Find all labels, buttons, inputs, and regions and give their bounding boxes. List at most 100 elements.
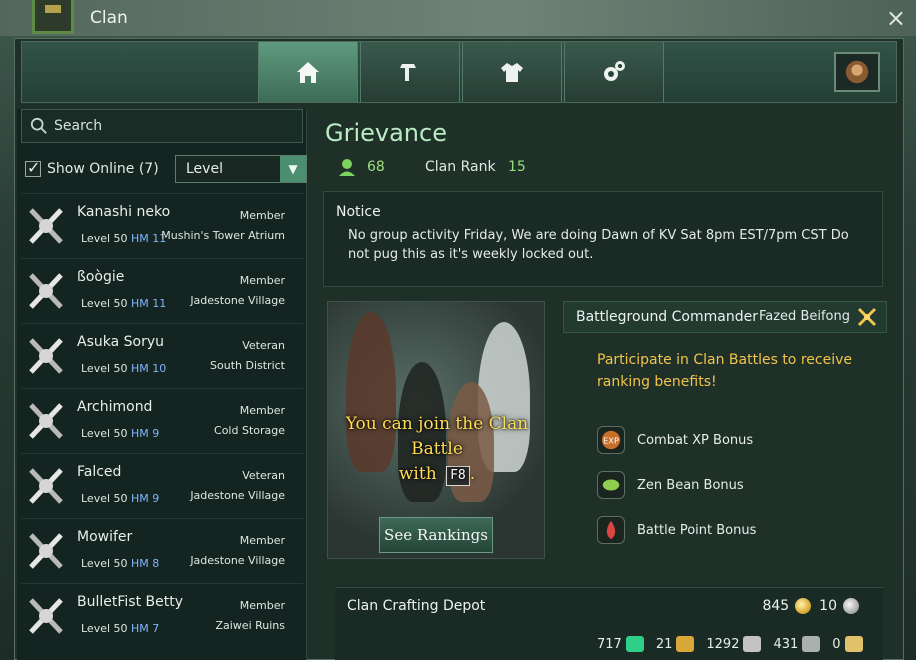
clan-battle-line2: Battle	[411, 439, 463, 459]
crafting-materials: 717 21 1292 431 0	[597, 636, 875, 652]
show-online-label: Show Online (7)	[47, 161, 159, 177]
class-emblem-icon	[29, 468, 63, 504]
close-icon[interactable]: ×	[886, 4, 906, 32]
member-row[interactable]: ßoògie Member Level 50 HM 11 Jadestone V…	[21, 258, 303, 323]
member-level-value: Level 50	[81, 492, 128, 505]
member-hm-value: HM 8	[131, 557, 160, 570]
clan-battle-callout: You can join the Clan Battle with F8.	[328, 412, 544, 487]
benefit-label: Combat XP Bonus	[637, 432, 754, 448]
member-level-value: Level 50	[81, 557, 128, 570]
clan-battle-line3: with F8.	[328, 462, 544, 487]
material-count: 0	[832, 636, 841, 652]
member-role: Member	[239, 209, 285, 222]
material-item: 717	[597, 636, 644, 652]
sort-select-value: Level	[186, 161, 223, 177]
material-item: 431	[773, 636, 821, 652]
material-count: 717	[597, 636, 622, 652]
benefit-label: Battle Point Bonus	[637, 522, 757, 538]
member-level: Level 50 HM 8	[81, 557, 159, 570]
member-row[interactable]: Mowifer Member Level 50 HM 8 Jadestone V…	[21, 518, 303, 583]
chevron-down-icon[interactable]: ▼	[280, 156, 306, 182]
battle-benefits: Participate in Clan Battles to receive r…	[563, 333, 887, 559]
class-emblem-icon	[29, 208, 63, 244]
clan-crafting-depot: Clan Crafting Depot 845 10 717 21 1292 4…	[335, 587, 883, 660]
svg-text:EXP: EXP	[603, 436, 619, 446]
benefit-row: Battle Point Bonus	[597, 513, 877, 547]
material-item: 21	[656, 636, 695, 652]
clan-battle-with: with	[398, 464, 437, 484]
window-title: Clan	[90, 8, 128, 28]
clan-profile-button[interactable]	[834, 52, 880, 92]
member-level-value: Level 50	[81, 362, 128, 375]
clan-battle-end: .	[469, 464, 476, 484]
show-online-checkbox[interactable]	[25, 158, 41, 177]
gold-coin-icon	[795, 598, 812, 614]
member-location: Jadestone Village	[190, 489, 285, 502]
member-hm-value: HM 9	[131, 492, 160, 505]
member-row[interactable]: Archimond Member Level 50 HM 9 Cold Stor…	[21, 388, 303, 453]
silver-coin-icon	[843, 598, 859, 614]
member-row[interactable]: Falced Veteran Level 50 HM 9 Jadestone V…	[21, 453, 303, 518]
gear-icon	[604, 61, 625, 81]
member-role: Member	[239, 404, 285, 417]
class-emblem-icon	[29, 338, 63, 374]
benefit-row: EXP Combat XP Bonus	[597, 423, 877, 457]
member-level: Level 50 HM 7	[81, 622, 159, 635]
tab-settings[interactable]	[564, 42, 664, 102]
see-rankings-button[interactable]: See Rankings	[379, 517, 493, 553]
clan-rank-label: Clan Rank	[425, 159, 496, 175]
member-location: Jadestone Village	[190, 554, 285, 567]
f8-key-badge: F8	[446, 466, 470, 486]
member-location: Cold Storage	[214, 424, 285, 437]
member-hm-value: HM 7	[131, 622, 160, 635]
member-list: Kanashi neko Member Level 50 HM 11 Mushi…	[21, 193, 303, 648]
member-level-value: Level 50	[81, 427, 128, 440]
stone-icon	[802, 636, 821, 652]
member-location: South District	[210, 359, 285, 372]
class-emblem-icon	[29, 533, 63, 569]
tab-strip	[21, 41, 897, 103]
member-location: Mushin's Tower Atrium	[161, 229, 285, 242]
member-count: 68	[337, 157, 385, 177]
clan-rank: Clan Rank 15	[425, 159, 526, 175]
clan-name: Grievance	[325, 119, 447, 147]
crest-icon	[845, 60, 869, 84]
member-level: Level 50 HM 10	[81, 362, 166, 375]
crafting-title: Clan Crafting Depot	[347, 598, 486, 614]
notice-title: Notice	[336, 204, 381, 220]
search-icon	[30, 117, 47, 134]
members-sidebar: Search Show Online (7) Level ▼ Kanashi n…	[17, 109, 307, 660]
title-bar: Clan ×	[0, 0, 916, 36]
member-role: Veteran	[242, 339, 285, 352]
member-level: Level 50 HM 9	[81, 492, 159, 505]
member-hm-value: HM 9	[131, 427, 160, 440]
sort-select[interactable]: Level ▼	[175, 155, 307, 183]
member-name: Falced	[77, 464, 122, 480]
member-location: Jadestone Village	[190, 294, 285, 307]
tab-craft[interactable]	[360, 42, 460, 102]
filter-row: Show Online (7) Level ▼	[25, 155, 307, 183]
member-count-value: 68	[367, 159, 385, 175]
material-item: 0	[832, 636, 863, 652]
search-input[interactable]: Search	[21, 109, 303, 143]
class-emblem-icon	[29, 273, 63, 309]
silver-ore-icon	[743, 636, 762, 652]
tab-home[interactable]	[258, 42, 358, 102]
member-row[interactable]: Kanashi neko Member Level 50 HM 11 Mushi…	[21, 193, 303, 258]
member-name: Asuka Soryu	[77, 334, 165, 350]
crafting-currency: 845 10	[762, 598, 867, 614]
tab-outfit[interactable]	[462, 42, 562, 102]
clan-main: Grievance 68 Clan Rank 15 Notice No grou…	[315, 109, 903, 660]
battleground-commander: Battleground Commander Fazed Beifong	[563, 301, 887, 333]
battle-point-icon	[597, 516, 625, 544]
member-role: Member	[239, 534, 285, 547]
member-row[interactable]: BulletFist Betty Member Level 50 HM 7 Za…	[21, 583, 303, 648]
silver-value: 10	[819, 598, 837, 614]
token-icon	[844, 636, 863, 652]
member-location: Zaiwei Ruins	[215, 619, 285, 632]
notice-box: Notice No group activity Friday, We are …	[323, 191, 883, 287]
member-row[interactable]: Asuka Soryu Veteran Level 50 HM 10 South…	[21, 323, 303, 388]
member-hm-value: HM 11	[131, 297, 167, 310]
member-icon	[339, 159, 355, 176]
member-level: Level 50 HM 11	[81, 232, 166, 245]
